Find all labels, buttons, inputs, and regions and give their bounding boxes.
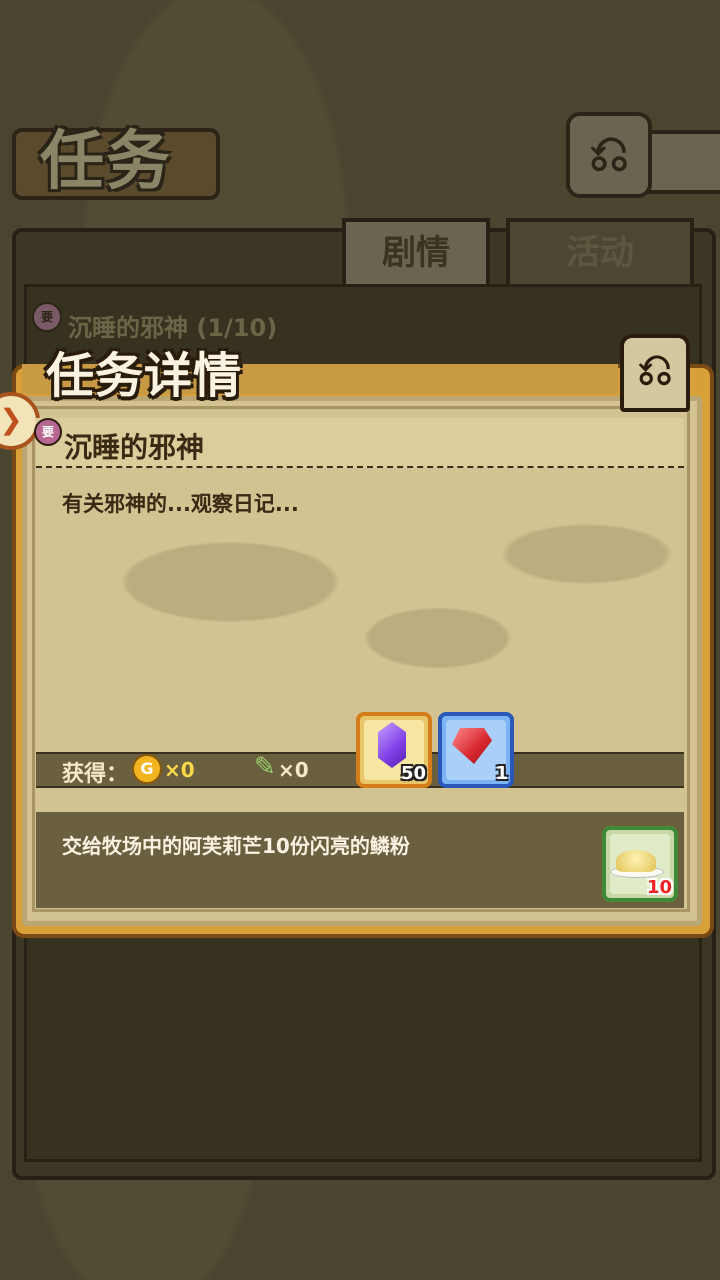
coin-amount: ×0 bbox=[164, 758, 195, 782]
feather-icon: ✎ bbox=[254, 752, 276, 782]
task-section bbox=[36, 812, 684, 908]
task-text: 交给牧场中的阿芙莉芒10份闪亮的鳞粉 bbox=[62, 834, 410, 858]
tab-event[interactable]: 活动 bbox=[506, 218, 694, 284]
coin-icon: G bbox=[132, 754, 162, 784]
quest-badge: 要 bbox=[34, 418, 62, 446]
feather-amount: ×0 bbox=[278, 758, 309, 782]
reward-item-crystal[interactable]: 50 bbox=[356, 712, 432, 788]
tab-story[interactable]: 剧情 bbox=[342, 218, 490, 284]
task-item-count: 10 bbox=[646, 877, 672, 898]
item-count: 1 bbox=[495, 763, 508, 784]
reward-label: 获得： bbox=[62, 762, 129, 787]
quest-description: 有关邪神的...观察日记... bbox=[62, 492, 299, 516]
modal-title: 任务详情 bbox=[46, 348, 243, 404]
return-arrow-icon: ⎌ bbox=[589, 124, 629, 182]
top-back-strip bbox=[644, 130, 720, 194]
top-back-button[interactable]: ⎌ bbox=[566, 112, 652, 198]
page-title: 任务 bbox=[40, 125, 172, 199]
return-arrow-icon: ⎌ bbox=[637, 344, 673, 395]
reward-item-ruby[interactable]: 1 bbox=[438, 712, 514, 788]
modal-close-button[interactable]: ⎌ bbox=[620, 334, 690, 412]
task-item-powder[interactable]: 10 bbox=[602, 826, 678, 902]
list-row-badge: 要 bbox=[32, 302, 62, 332]
quest-name: 沉睡的邪神 bbox=[64, 431, 205, 464]
item-count: 50 bbox=[400, 763, 426, 784]
glitter-powder-icon bbox=[616, 850, 656, 872]
